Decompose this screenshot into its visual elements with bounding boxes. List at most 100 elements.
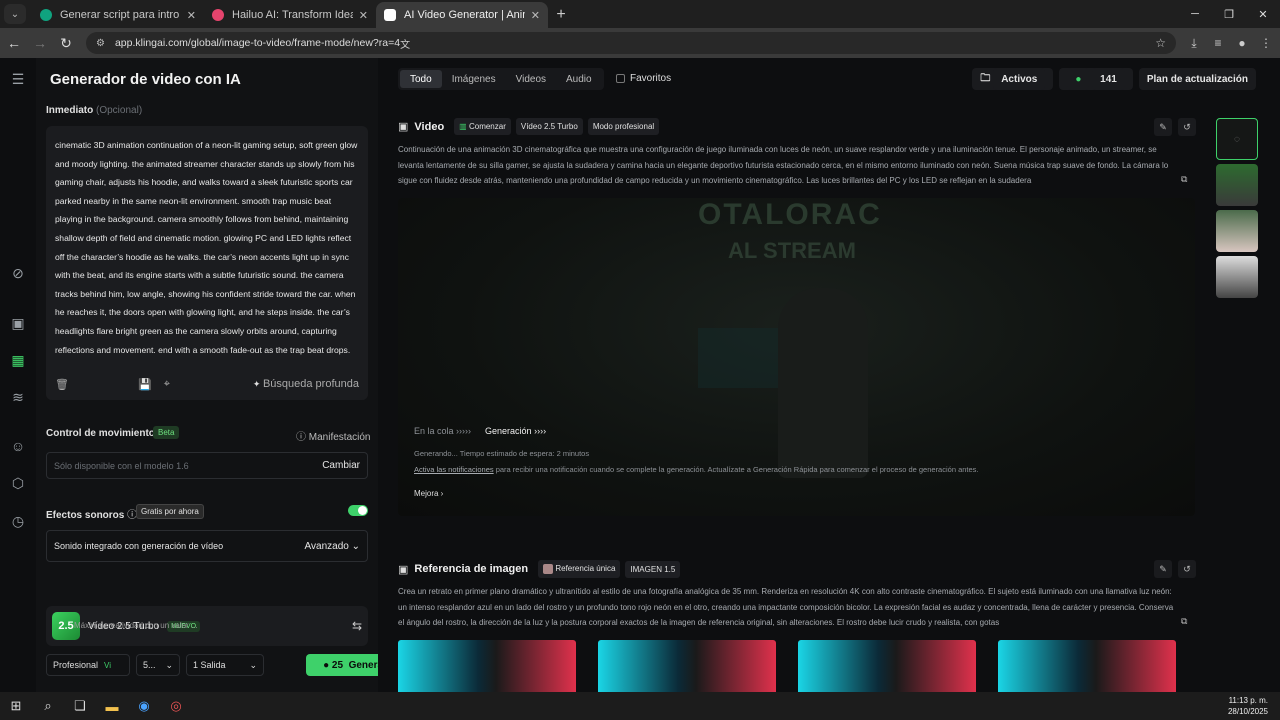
history-item[interactable] (1216, 210, 1258, 252)
regenerate-icon[interactable]: ↺ (1178, 118, 1196, 136)
media-icon[interactable]: ≡ (1206, 36, 1230, 51)
task-view-icon[interactable]: ❏ (64, 698, 96, 714)
system-clock[interactable]: 11:13 p. m. 28/10/2025 (1228, 695, 1268, 717)
tab-all[interactable]: Todo (400, 70, 442, 88)
url-field[interactable]: ⚙ app.klingai.com/global/image-to-video/… (86, 32, 1176, 54)
browser-tab-1[interactable]: Generar script para intro ✕ (32, 2, 204, 28)
close-tab-icon[interactable]: ✕ (187, 9, 196, 22)
save-icon[interactable]: 💾 (138, 378, 152, 391)
prompt-box[interactable]: cinematic 3D animation continuation of a… (46, 126, 368, 400)
forward-arrow-icon[interactable]: → (28, 35, 52, 51)
tab-audio[interactable]: Audio (556, 70, 602, 88)
copy-icon[interactable]: ⧉ (1181, 174, 1187, 185)
site-info-icon[interactable]: ⚙ (96, 38, 105, 49)
avatar-icon[interactable]: ☺ (9, 437, 27, 455)
result-image[interactable] (598, 640, 776, 692)
change-button[interactable]: Cambiar (322, 460, 360, 471)
mode-select[interactable]: Profesional Vi (46, 654, 130, 676)
sound-effects-label: Efectos sonoros ⓘ (46, 506, 137, 521)
queue-label: En la cola (414, 426, 454, 436)
video-icon[interactable]: ▦ (9, 351, 27, 369)
prompt-textarea[interactable]: cinematic 3D animation continuation of a… (46, 126, 368, 360)
reload-icon[interactable]: ↻ (54, 35, 78, 52)
history-icon[interactable]: ◷ (9, 512, 27, 530)
generation-status: Generando... Tiempo estimado de espera: … (414, 449, 590, 458)
history-item-pending[interactable]: ◌ (1216, 118, 1258, 160)
manifest-link[interactable]: ⓘ Manifestación (296, 428, 370, 443)
tab-videos[interactable]: Videos (506, 70, 556, 88)
audio-wave-icon[interactable]: ≋ (9, 388, 27, 406)
restore-icon[interactable]: ❐ (1212, 0, 1246, 28)
switch-model-icon[interactable]: ⇆ (352, 619, 362, 633)
minimize-icon[interactable]: ─ (1178, 0, 1212, 28)
result-image[interactable] (798, 640, 976, 692)
close-window-icon[interactable]: ✕ (1246, 0, 1280, 28)
history-item[interactable] (1216, 164, 1258, 206)
bookmark-star-icon[interactable]: ☆ (1155, 36, 1166, 50)
prompt-label: Inmediato (Opcional) (46, 105, 142, 116)
search-icon[interactable]: ⌕ (32, 698, 64, 714)
improve-link[interactable]: Mejora › (414, 489, 443, 498)
history-item[interactable] (1216, 256, 1258, 298)
motion-control-label: Control de movimiento (46, 428, 155, 439)
pin-icon[interactable]: ⌖ (164, 378, 170, 391)
duration-select[interactable]: 5... ⌄ (136, 654, 180, 676)
close-tab-icon[interactable]: ✕ (531, 9, 540, 22)
sound-option-text: Sonido integrado con generación de vídeo (54, 541, 224, 551)
chrome-icon[interactable]: ◉ (128, 698, 160, 714)
tab-search-button[interactable]: ⌄ (4, 4, 26, 24)
start-chip[interactable]: ▥ Comenzar (454, 118, 511, 135)
sound-option-select[interactable]: Sonido integrado con generación de vídeo… (46, 530, 368, 562)
favorites-checkbox[interactable]: Favoritos (616, 73, 671, 84)
neon-sign-text: OTALORAC (698, 198, 882, 231)
model-chip: Vídeo 2.5 Turbo (515, 118, 583, 135)
credit-drop-icon: ● (1067, 68, 1090, 90)
clock-date: 28/10/2025 (1227, 707, 1268, 716)
advanced-dropdown[interactable]: Avanzado ⌄ (305, 541, 360, 552)
windows-start-icon[interactable]: ⊞ (0, 698, 32, 714)
file-explorer-icon[interactable]: ▬ (96, 699, 128, 714)
single-reference-chip: Referencia única (538, 560, 621, 578)
character-silhouette (778, 288, 868, 478)
regenerate-icon[interactable]: ↺ (1178, 560, 1196, 578)
output-count-select[interactable]: 1 Salida ⌄ (186, 654, 264, 676)
upgrade-button[interactable]: Plan de actualización (1138, 68, 1256, 90)
deep-search-button[interactable]: ✦ Búsqueda profunda (253, 378, 359, 390)
result-image[interactable] (398, 640, 576, 692)
image-section-icon: ▣ (398, 563, 409, 576)
notification-note: Activa las notificaciones para recibir u… (414, 465, 979, 474)
edit-icon[interactable]: ✎ (1154, 118, 1172, 136)
model-selector[interactable]: 2.5 Vídeo 2.5 Turbo NUEVO Máxima creativ… (46, 606, 368, 646)
duration-label: 5... (143, 660, 156, 670)
edit-icon[interactable]: ✎ (1154, 560, 1172, 578)
app-root: ☰ ⊘ ▣ ▦ ≋ ☺ ⬡ ◷ Generador de video con I… (0, 58, 1280, 692)
profile-avatar-icon[interactable]: ● (1230, 36, 1254, 51)
credits-badge[interactable]: ● 141 (1059, 68, 1133, 90)
assets-button[interactable]: 🗀 Activos (972, 68, 1054, 90)
browser-tab-2[interactable]: Hailuo AI: Transform Idea to Vi ✕ (204, 2, 376, 28)
hamburger-menu-icon[interactable]: ☰ (9, 70, 27, 88)
motion-control-field[interactable]: Sólo disponible con el modelo 1.6 Cambia… (46, 452, 368, 479)
new-tab-button[interactable]: + (548, 2, 574, 28)
more-menu-icon[interactable]: ⋮ (1254, 36, 1278, 51)
recording-app-icon[interactable]: ◎ (160, 698, 192, 714)
explore-icon[interactable]: ⊘ (9, 264, 27, 282)
trash-icon[interactable]: 🗑 (55, 378, 69, 391)
effects-icon[interactable]: ⬡ (9, 474, 27, 492)
sound-effects-toggle[interactable] (348, 505, 368, 516)
translate-icon[interactable]: 文 (400, 36, 410, 51)
image-prompt-description: Crea un retrato en primer plano dramátic… (398, 587, 1174, 627)
mode-tag: Vi (104, 660, 111, 670)
copy-icon[interactable]: ⧉ (1181, 616, 1187, 627)
back-arrow-icon[interactable]: ← (2, 35, 26, 51)
tab-images[interactable]: Imágenes (442, 70, 506, 88)
close-tab-icon[interactable]: ✕ (359, 9, 368, 22)
browser-tab-3[interactable]: AI Video Generator | Animate P ✕ (376, 2, 548, 28)
video-section-title: Video (414, 120, 445, 133)
image-icon[interactable]: ▣ (9, 314, 27, 332)
result-image[interactable] (998, 640, 1176, 692)
enable-notifications-link[interactable]: Activa las notificaciones (414, 465, 494, 474)
video-preview[interactable]: OTALORAC AL STREAM En la cola ››››› Gene… (398, 198, 1195, 516)
panel-title: Generador de video con IA (50, 71, 241, 88)
download-icon[interactable]: ⤓ (1182, 36, 1206, 51)
